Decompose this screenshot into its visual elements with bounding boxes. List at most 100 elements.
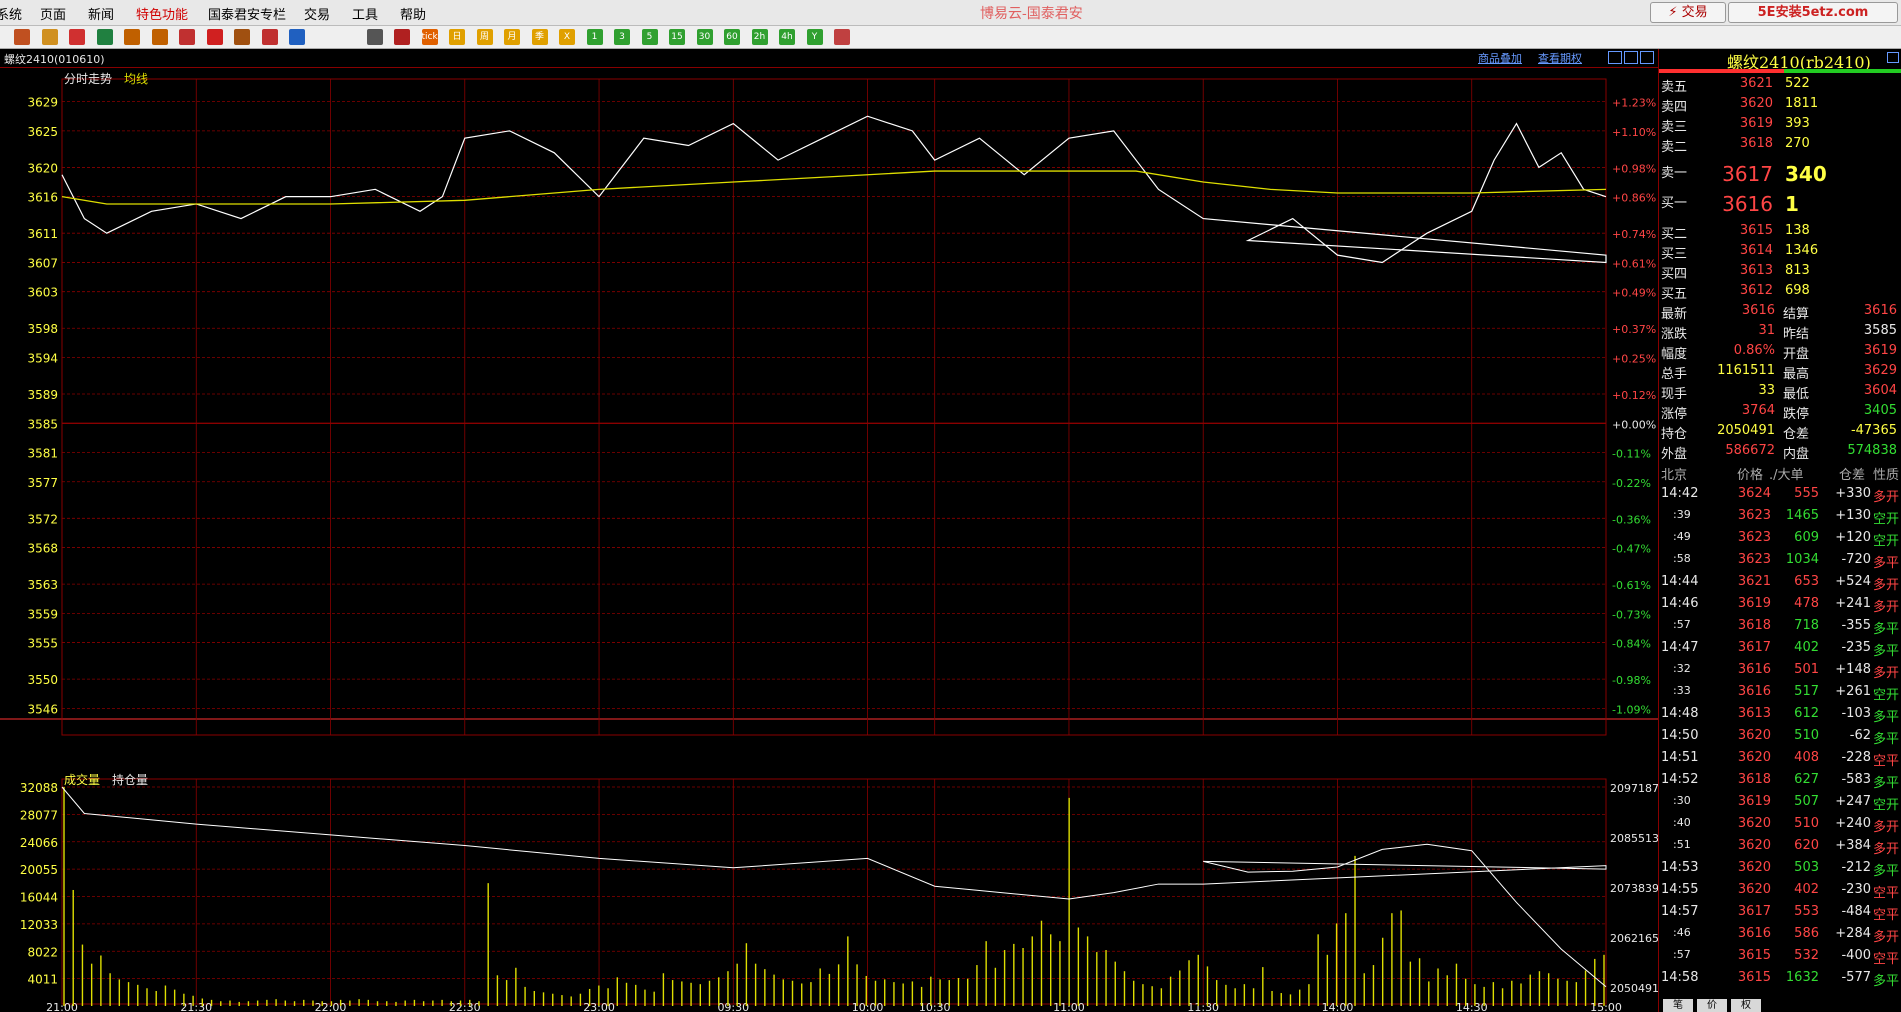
ask-label: 卖二 (1661, 140, 1688, 155)
view-options-link[interactable]: 查看期权 (1538, 50, 1582, 66)
tick-nature: 多平 (1873, 622, 1900, 637)
tick-oi-change: +240 (1835, 816, 1871, 831)
table-icon[interactable] (366, 29, 383, 45)
bottom-tab[interactable]: 权 (1731, 999, 1761, 1012)
kline-icon[interactable]: tick (421, 29, 438, 45)
quote-panel: 螺纹2410(rb2410) 卖五 3621 522 卖四 3620 1811 卖三 3619… (1658, 49, 1901, 1012)
cross-icon[interactable]: X (559, 29, 575, 45)
day-icon[interactable]: 日 (449, 29, 465, 45)
period-5-icon[interactable]: 5 (641, 29, 658, 45)
panel-toggle-icon[interactable] (1887, 52, 1899, 63)
period-2h-icon[interactable]: 2h (751, 29, 768, 45)
home-icon[interactable] (14, 29, 30, 45)
signal-icon[interactable] (289, 29, 305, 45)
news-icon[interactable] (69, 29, 85, 45)
week-icon[interactable]: 周 (476, 29, 493, 45)
bottom-tab[interactable]: 价 (1697, 999, 1727, 1012)
tick-oi-change: +330 (1835, 486, 1871, 501)
tick-volume: 1632 (1785, 970, 1819, 985)
tick-row: 14:48 3613 612 -103 多平 (1659, 705, 1901, 725)
tick-row: :57 3618 718 -355 多平 (1659, 617, 1901, 637)
volume-tick-label: 24066 (20, 836, 58, 850)
menu-page[interactable]: 页面 (40, 4, 66, 23)
month-icon[interactable]: 月 (504, 29, 520, 45)
bid-label: 买五 (1661, 287, 1688, 302)
ask-row: 卖二 3618 270 (1659, 135, 1901, 155)
window-restore-icon[interactable] (1608, 51, 1622, 64)
tick-price: 3616 (1737, 926, 1771, 941)
tick-oi-change: +261 (1835, 684, 1871, 699)
stat-label: 结算 (1783, 307, 1810, 322)
pen-icon[interactable] (206, 29, 223, 45)
period-3-icon[interactable]: 3 (614, 29, 630, 45)
tick-oi-change: -400 (1841, 948, 1871, 963)
period-60-icon[interactable]: 60 (724, 29, 740, 45)
stat-value: 3764 (1741, 403, 1775, 418)
bid-volume: 138 (1785, 223, 1810, 238)
intraday-chart[interactable]: 3629 +1.23% 3625 +1.10% 3620 +0.98% 3616 +0.86%… (0, 67, 1658, 1012)
price-tick-label: 3607 (27, 256, 58, 270)
period-30-icon[interactable]: 30 (696, 29, 713, 45)
trade-button[interactable]: ⚡ 交易 (1650, 2, 1726, 23)
period-15-icon[interactable]: 15 (669, 29, 685, 45)
price-tick-label: 3625 (27, 125, 58, 139)
stat-row: 幅度 0.86% 开盘 3619 (1659, 342, 1901, 362)
col-price: 价格 (1737, 468, 1764, 483)
tick-price: 3615 (1737, 948, 1771, 963)
window-max-icon[interactable] (1640, 51, 1654, 64)
tick-price: 3617 (1737, 904, 1771, 919)
chart-title-bar: 螺纹2410(010610) 商品叠加 查看期权 (0, 49, 1658, 68)
folder-icon[interactable] (41, 29, 58, 45)
tick-volume: 507 (1794, 794, 1819, 809)
pct-tick-label: +0.12% (1612, 389, 1656, 402)
timechart-icon[interactable] (394, 29, 410, 45)
window-icon[interactable] (179, 29, 195, 45)
oi-tick-label: 2050491 (1610, 982, 1658, 995)
filter-icon[interactable] (261, 29, 278, 45)
period-4h-icon[interactable]: 4h (779, 29, 795, 45)
pct-tick-label: -0.98% (1612, 674, 1651, 687)
price-tick-label: 3577 (27, 476, 58, 490)
bottom-tab[interactable]: 笔 (1663, 999, 1693, 1012)
zoom-out-icon[interactable] (151, 29, 168, 45)
tick-volume: 612 (1794, 706, 1819, 721)
pct-tick-label: +1.10% (1612, 126, 1656, 139)
menu-trade[interactable]: 交易 (304, 4, 330, 23)
price-tick-label: 3572 (27, 512, 58, 526)
stat-value: 3616 (1863, 303, 1897, 318)
tick-volume: 627 (1794, 772, 1819, 787)
tick-oi-change: -235 (1841, 640, 1871, 655)
window-tile-icon[interactable] (1624, 51, 1638, 64)
zoom-in-icon[interactable] (124, 29, 140, 45)
year-icon[interactable]: Y (806, 29, 823, 45)
menu-help[interactable]: 帮助 (400, 4, 426, 23)
pct-tick-label: -1.09% (1612, 703, 1651, 716)
menu-system[interactable]: 系统 (0, 4, 22, 23)
ticks-header: 北京 价格 ./大单 仓差 性质 (1659, 463, 1901, 483)
season-icon[interactable]: 季 (531, 29, 548, 45)
commodity-overlay-link[interactable]: 商品叠加 (1478, 50, 1522, 66)
menu-tools[interactable]: 工具 (352, 4, 378, 23)
tick-row: 14:51 3620 408 -228 空平 (1659, 749, 1901, 769)
tick-oi-change: +120 (1835, 530, 1871, 545)
tick-oi-change: -720 (1841, 552, 1871, 567)
volume-tick-label: 32088 (20, 781, 58, 795)
stat-label: 仓差 (1783, 427, 1810, 442)
tick-nature: 空开 (1873, 798, 1900, 813)
price-tick-label: 3616 (27, 191, 58, 205)
stat-row: 最新 3616 结算 3616 (1659, 302, 1901, 322)
menu-gtja-column[interactable]: 国泰君安专栏 (208, 4, 286, 23)
menu-features[interactable]: 特色功能 (136, 4, 188, 23)
tick-time: 14:51 (1661, 750, 1699, 765)
menu-news[interactable]: 新闻 (88, 4, 114, 23)
bid-price: 3616 (1722, 192, 1773, 216)
refresh-icon[interactable] (96, 29, 113, 45)
volume-panel-frame (61, 778, 1607, 1005)
bid-row: 买一 3616 1 (1659, 191, 1901, 216)
bid-volume: 813 (1785, 263, 1810, 278)
period-1-icon[interactable]: 1 (586, 29, 603, 45)
hand-icon[interactable] (234, 29, 250, 45)
calc-icon[interactable] (834, 29, 850, 45)
stat-label: 最新 (1661, 307, 1688, 322)
pct-tick-label: +0.00% (1612, 418, 1656, 431)
